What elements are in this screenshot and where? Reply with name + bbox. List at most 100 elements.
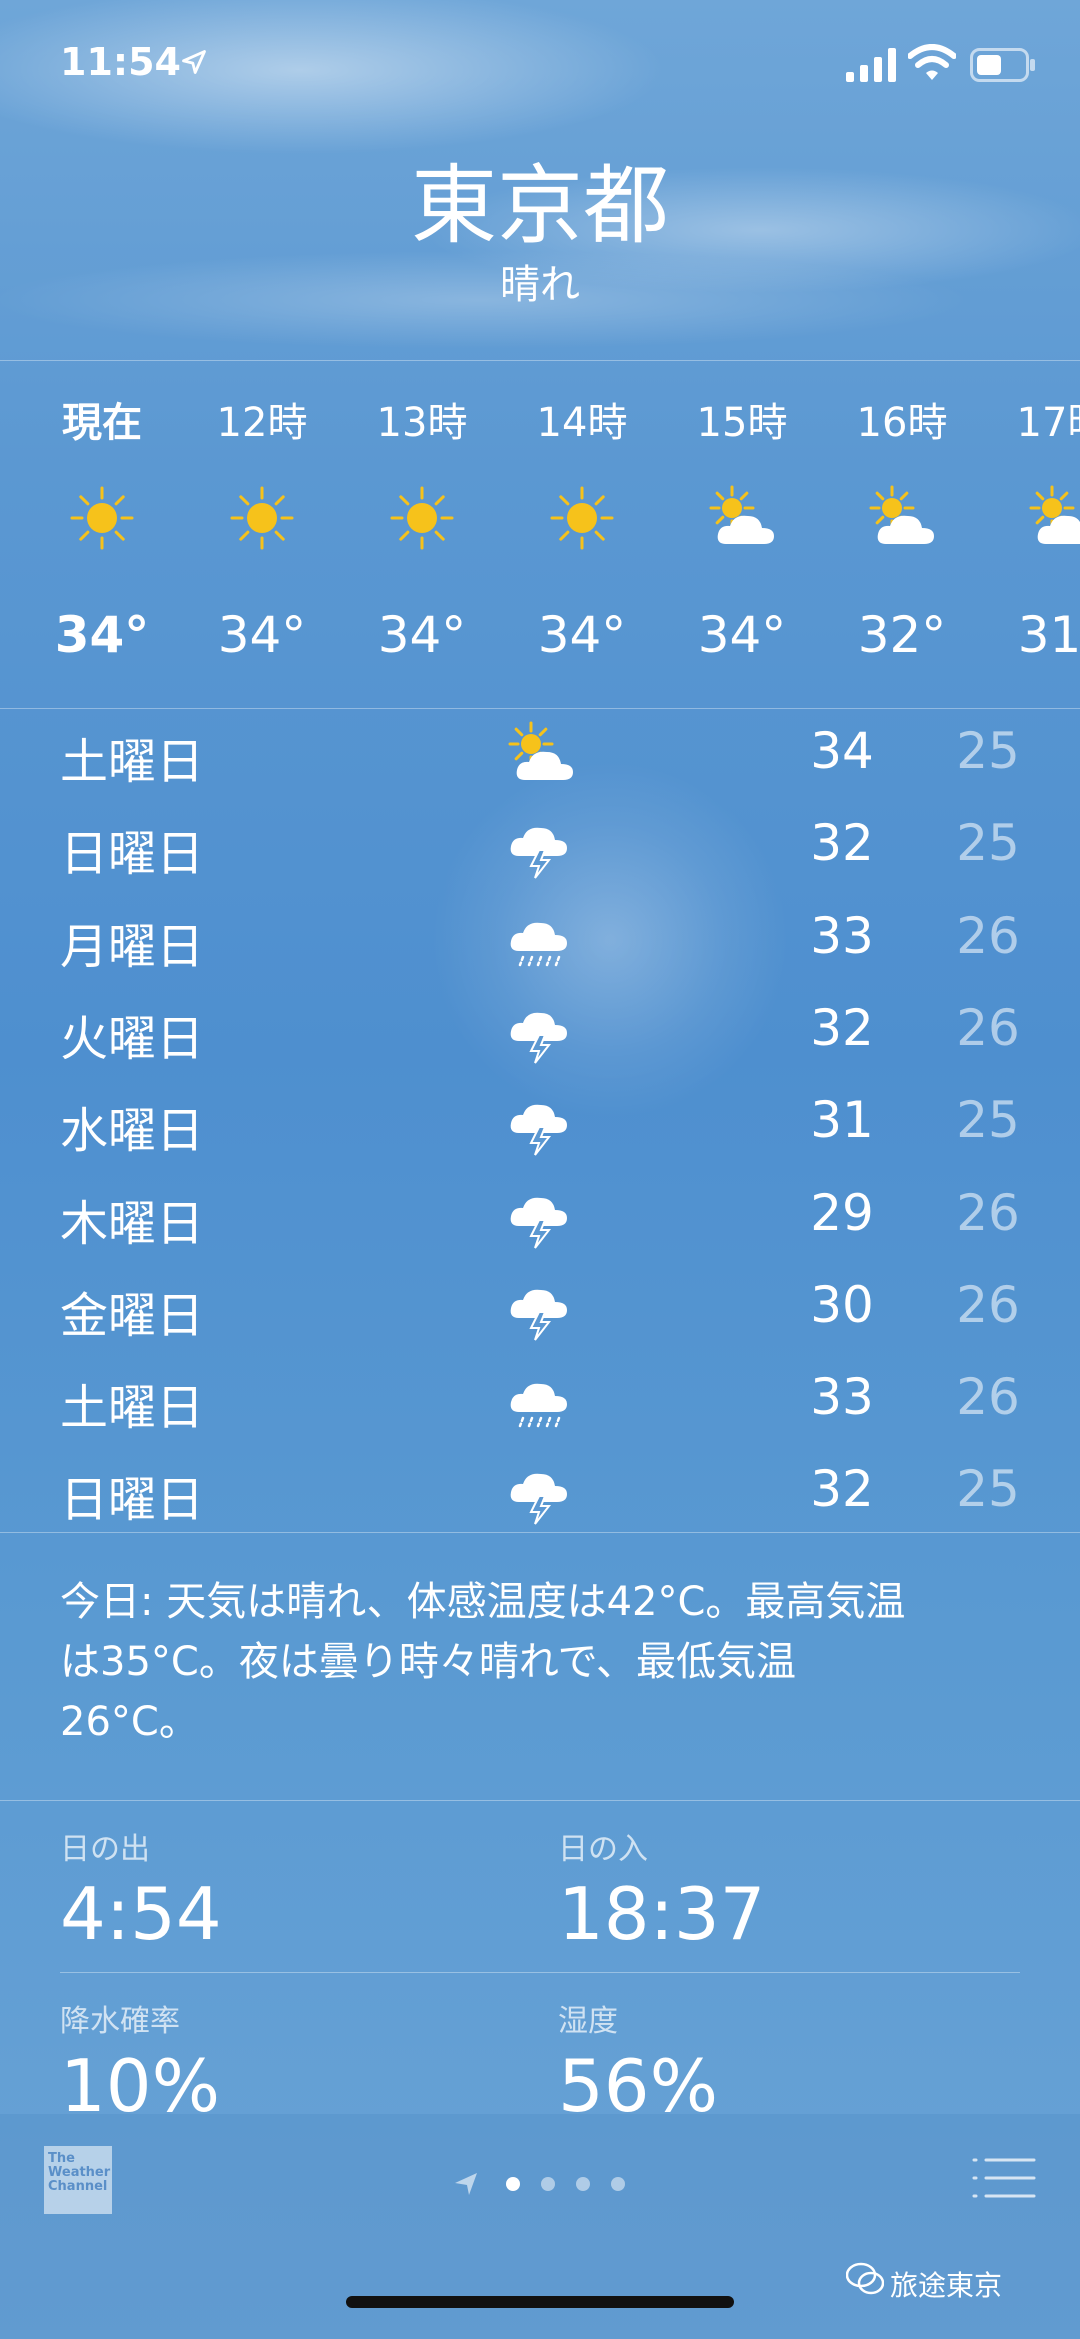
low-temperature: 26 xyxy=(956,1368,1020,1427)
thunderstorm-icon xyxy=(505,810,577,882)
high-temperature: 30 xyxy=(810,1275,874,1334)
logo-text: Weather xyxy=(48,2165,111,2180)
day-name: 日曜日 xyxy=(60,1472,205,1529)
watermark-text: 旅途東京 xyxy=(890,2269,1003,2302)
day-name: 木曜日 xyxy=(60,1195,205,1252)
high-temperature: 32 xyxy=(810,814,874,873)
low-temperature: 25 xyxy=(956,814,1020,873)
page-dot xyxy=(576,2177,590,2191)
summary-line: は35°C。夜は曇り時々晴れで、最低気温 xyxy=(60,1639,797,1685)
hour-label: 現在 xyxy=(62,400,142,446)
partly-cloudy-icon xyxy=(706,482,778,554)
divider xyxy=(0,360,1080,361)
hour-temperature: 34° xyxy=(697,606,787,664)
hour-label: 12時 xyxy=(216,400,308,446)
page-dot xyxy=(611,2177,625,2191)
daily-row: 土曜日 33 26 xyxy=(0,1356,1080,1448)
day-name: 火曜日 xyxy=(60,1010,205,1067)
page-dot-active xyxy=(506,2177,520,2191)
hour-label: 15時 xyxy=(696,400,788,446)
daily-forecast[interactable]: 土曜日 34 25 日曜日 32 25 月曜日 33 26 火曜日 32 26 水曜日 31 25 木曜日 29… xyxy=(0,710,1080,1530)
cellular-signal-icon xyxy=(846,48,896,82)
hour-label: 13時 xyxy=(376,400,468,446)
low-temperature: 26 xyxy=(956,906,1020,965)
sunrise-label: 日の出 xyxy=(60,1832,150,1867)
thunderstorm-icon xyxy=(505,1087,577,1159)
sunset-value: 18:37 xyxy=(558,1872,766,1956)
partly-cloudy-icon xyxy=(505,718,577,790)
day-name: 日曜日 xyxy=(60,826,205,883)
high-temperature: 33 xyxy=(810,906,874,965)
watermark: 旅途東京 xyxy=(846,2262,1003,2304)
day-name: 金曜日 xyxy=(60,1287,205,1344)
city-name: 東京都 xyxy=(411,156,669,256)
weather-details: 日の出 4:54 日の入 18:37 降水確率 10% 湿度 56% xyxy=(0,1800,1080,2128)
location-arrow-icon xyxy=(455,2173,477,2195)
hour-label: 14時 xyxy=(536,400,628,446)
current-condition: 晴れ xyxy=(500,262,580,308)
rain-icon xyxy=(505,903,577,975)
precipitation-label: 降水確率 xyxy=(60,2004,180,2039)
high-temperature: 32 xyxy=(810,998,874,1057)
hour-label: 16時 xyxy=(856,400,948,446)
daily-row: 月曜日 33 26 xyxy=(0,895,1080,987)
logo-text: The xyxy=(48,2151,75,2166)
low-temperature: 25 xyxy=(956,1091,1020,1150)
sun-icon xyxy=(66,482,138,554)
hour-temperature: 34° xyxy=(54,606,150,664)
high-temperature: 31 xyxy=(810,1091,874,1150)
daily-row: 土曜日 34 25 xyxy=(0,710,1080,802)
wifi-icon xyxy=(908,44,956,80)
location-arrow-icon xyxy=(182,50,206,74)
day-name: 月曜日 xyxy=(60,918,205,975)
summary-line: 今日: 天気は晴れ、体感温度は42°C。最高気温 xyxy=(60,1579,906,1625)
thunderstorm-icon xyxy=(505,1272,577,1344)
thunderstorm-icon xyxy=(505,995,577,1067)
hour-temperature: 34° xyxy=(217,606,307,664)
daily-row: 金曜日 30 26 xyxy=(0,1264,1080,1356)
sunset-label: 日の入 xyxy=(558,1832,648,1867)
page-dot xyxy=(541,2177,555,2191)
page-indicator[interactable] xyxy=(455,2169,635,2199)
low-temperature: 26 xyxy=(956,1183,1020,1242)
hour-temperature: 34° xyxy=(537,606,627,664)
daily-row: 木曜日 29 26 xyxy=(0,1172,1080,1264)
battery-icon xyxy=(970,48,1035,82)
precipitation-cell: 降水確率 10% xyxy=(60,1996,500,2128)
daily-row: 水曜日 31 25 xyxy=(0,1079,1080,1171)
rain-icon xyxy=(505,1364,577,1436)
partly-cloudy-icon xyxy=(1026,482,1080,554)
hour-temperature: 32° xyxy=(857,606,947,664)
sun-icon xyxy=(226,482,298,554)
sunrise-value: 4:54 xyxy=(60,1872,222,1956)
partly-cloudy-icon xyxy=(866,482,938,554)
city-list-icon[interactable] xyxy=(972,2154,1036,2202)
divider xyxy=(60,1972,1020,1973)
hour-temperature: 34° xyxy=(377,606,467,664)
divider xyxy=(0,1532,1080,1533)
high-temperature: 33 xyxy=(810,1368,874,1427)
sunset-cell: 日の入 18:37 xyxy=(558,1824,998,1956)
thunderstorm-icon xyxy=(505,1180,577,1252)
status-bar: 11:54 xyxy=(0,0,1080,130)
high-temperature: 32 xyxy=(810,1460,874,1519)
home-indicator[interactable] xyxy=(346,2296,734,2308)
low-temperature: 26 xyxy=(956,998,1020,1057)
thunderstorm-icon xyxy=(505,1456,577,1528)
day-name: 土曜日 xyxy=(60,734,205,790)
wechat-icon xyxy=(846,2262,884,2295)
logo-text: Channel xyxy=(48,2179,108,2194)
daily-row: 火曜日 32 26 xyxy=(0,987,1080,1079)
high-temperature: 34 xyxy=(810,722,874,780)
humidity-cell: 湿度 56% xyxy=(558,1996,998,2128)
humidity-label: 湿度 xyxy=(558,2004,618,2039)
day-name: 水曜日 xyxy=(60,1103,205,1160)
hourly-forecast[interactable]: 現在 34° 12時 34° 13時 34° 14時 34° 15時 34° 16時 32° 17時 31… xyxy=(0,362,1080,708)
status-time: 11:54 xyxy=(60,40,181,84)
weather-channel-logo[interactable]: The Weather Channel xyxy=(44,2146,112,2214)
sunrise-cell: 日の出 4:54 xyxy=(60,1824,500,1956)
hour-label: 17時 xyxy=(1016,400,1080,446)
high-temperature: 29 xyxy=(810,1183,874,1242)
daily-row: 日曜日 32 25 xyxy=(0,802,1080,894)
low-temperature: 26 xyxy=(956,1275,1020,1334)
